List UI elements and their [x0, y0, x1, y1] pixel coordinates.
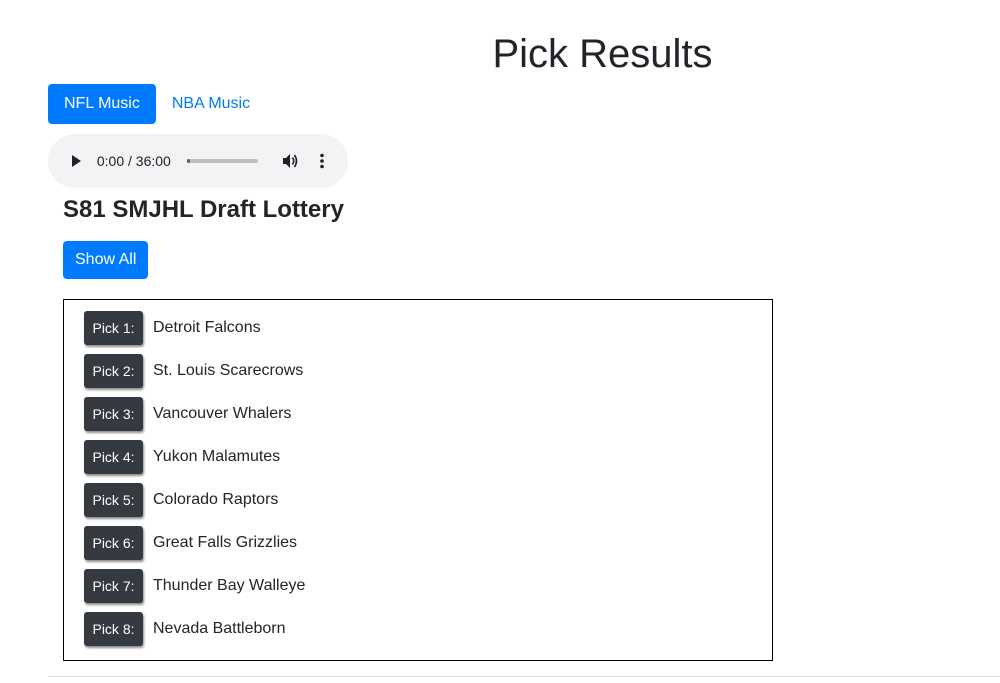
pick-badge: Pick 5: [84, 483, 143, 517]
pick-badge: Pick 2: [84, 354, 143, 388]
volume-button[interactable] [280, 151, 300, 171]
pick-team: Nevada Battleborn [153, 620, 286, 637]
pick-row: Pick 6: Great Falls Grizzlies [84, 526, 772, 560]
pick-team: Colorado Raptors [153, 491, 279, 508]
pick-row: Pick 3: Vancouver Whalers [84, 397, 772, 431]
audio-player: 0:00 / 36:00 [48, 134, 348, 188]
pick-badge: Pick 3: [84, 397, 143, 431]
pick-badge: Pick 7: [84, 569, 143, 603]
pick-team: Detroit Falcons [153, 319, 261, 336]
music-tabs: NFL Music NBA Music [48, 84, 266, 124]
pick-badge: Pick 4: [84, 440, 143, 474]
pick-team: Thunder Bay Walleye [153, 577, 306, 594]
show-all-button[interactable]: Show All [63, 241, 149, 279]
tab-nba-music[interactable]: NBA Music [156, 84, 266, 124]
pick-row: Pick 8: Nevada Battleborn [84, 612, 772, 646]
pick-row: Pick 4: Yukon Malamutes [84, 440, 772, 474]
volume-icon [283, 154, 298, 168]
lottery-title: S81 SMJHL Draft Lottery [63, 196, 344, 223]
audio-progress-slider[interactable] [186, 159, 259, 163]
pick-results-list: Pick 1: Detroit Falcons Pick 2: St. Loui… [63, 299, 773, 661]
pick-team: Yukon Malamutes [153, 448, 281, 465]
pick-row: Pick 2: St. Louis Scarecrows [84, 354, 772, 388]
pick-row: Pick 1: Detroit Falcons [84, 311, 772, 345]
audio-time: 0:00 / 36:00 [96, 153, 171, 169]
play-icon [71, 155, 81, 167]
pick-badge: Pick 1: [84, 311, 143, 345]
audio-options-button[interactable] [312, 151, 332, 171]
pick-team: Vancouver Whalers [153, 405, 292, 422]
tab-nfl-music[interactable]: NFL Music [48, 84, 156, 124]
page-title: Pick Results [492, 32, 713, 76]
pick-badge: Pick 8: [84, 612, 143, 646]
pick-team: St. Louis Scarecrows [153, 362, 304, 379]
pick-badge: Pick 6: [84, 526, 143, 560]
pick-team: Great Falls Grizzlies [153, 534, 298, 551]
more-vertical-icon [320, 153, 324, 169]
bottom-divider [48, 676, 1000, 677]
audio-progress-fill [186, 159, 190, 163]
pick-row: Pick 5: Colorado Raptors [84, 483, 772, 517]
page: Pick Results NFL Music NBA Music 0:00 / … [0, 0, 1000, 683]
pick-row: Pick 7: Thunder Bay Walleye [84, 569, 772, 603]
play-button[interactable] [66, 151, 86, 171]
